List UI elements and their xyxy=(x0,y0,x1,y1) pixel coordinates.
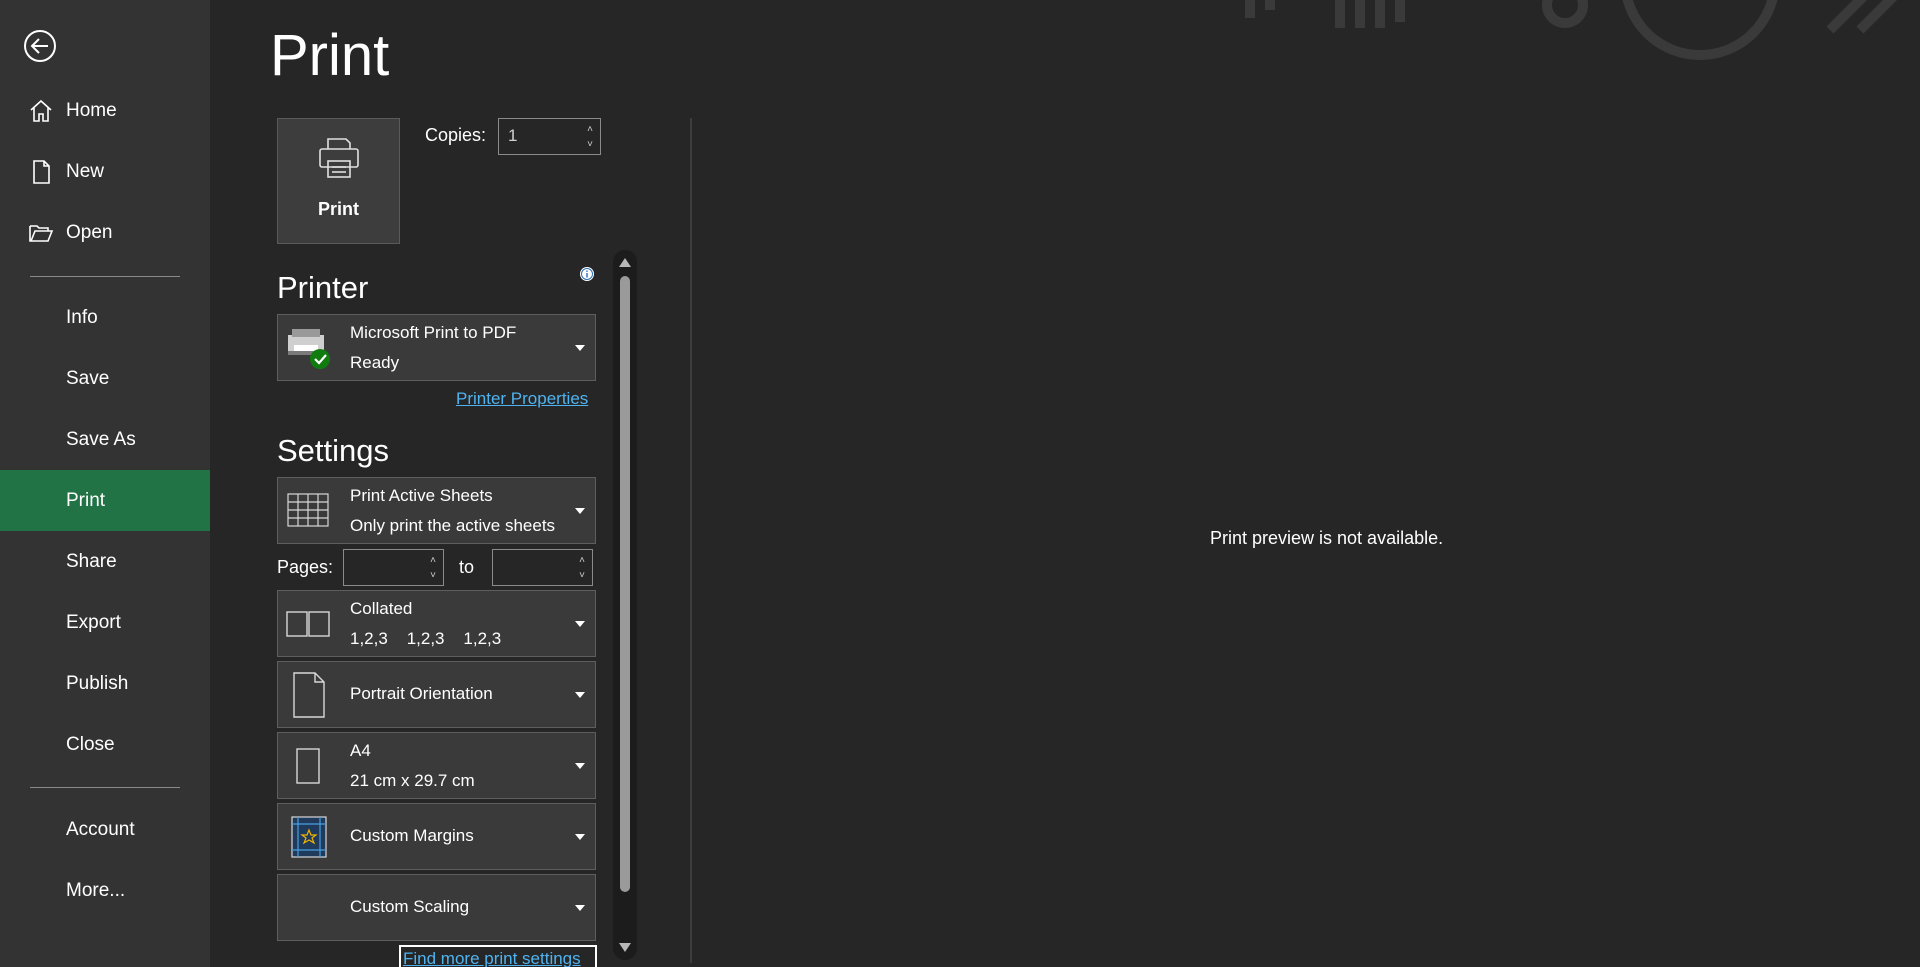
nav-item-print[interactable]: Print xyxy=(0,470,210,531)
orientation-dropdown[interactable]: Portrait Orientation xyxy=(277,661,596,728)
printer-ready-icon xyxy=(288,329,330,369)
find-more-print-settings-label: Find more print settings xyxy=(403,949,581,967)
nav-label: Publish xyxy=(66,672,129,694)
find-more-print-settings-link[interactable]: Find more print settings xyxy=(399,945,597,967)
print-what-label: Print Active Sheets xyxy=(350,486,493,505)
paper-size-dropdown[interactable]: A4 21 cm x 29.7 cm xyxy=(277,732,596,799)
nav-item-info[interactable]: Info xyxy=(0,287,210,348)
printer-icon xyxy=(319,138,359,178)
settings-heading: Settings xyxy=(277,433,390,468)
nav-item-account[interactable]: Account xyxy=(0,799,210,860)
custom-margins-icon xyxy=(291,816,327,858)
chevron-down-icon xyxy=(575,763,585,769)
scroll-up-arrow-icon[interactable] xyxy=(619,258,631,267)
collated-icon xyxy=(286,611,330,637)
nav-label: Info xyxy=(66,306,98,328)
pages-to-label: to xyxy=(459,557,475,577)
nav-item-open[interactable]: Open xyxy=(0,202,210,263)
settings-scrollbar[interactable] xyxy=(613,250,637,960)
chevron-down-icon xyxy=(575,905,585,911)
pages-from-spin-arrows[interactable]: ˄ ˅ xyxy=(427,553,439,583)
printer-heading: Printer xyxy=(277,270,369,305)
print-what-dropdown[interactable]: Print Active Sheets Only print the activ… xyxy=(277,477,596,544)
nav-label: Open xyxy=(66,221,113,243)
back-button[interactable] xyxy=(22,28,58,64)
orientation-label: Portrait Orientation xyxy=(350,684,493,703)
margins-label: Custom Margins xyxy=(350,826,474,845)
chevron-down-icon xyxy=(575,621,585,627)
page-title: Print xyxy=(270,23,390,88)
nav-item-save[interactable]: Save xyxy=(0,348,210,409)
info-icon[interactable] xyxy=(579,266,595,282)
nav-label: New xyxy=(66,160,105,182)
nav-label: Account xyxy=(66,818,135,840)
nav-item-export[interactable]: Export xyxy=(0,592,210,653)
portrait-page-icon xyxy=(293,672,325,718)
nav-item-new[interactable]: New xyxy=(0,141,210,202)
print-preview-message: Print preview is not available. xyxy=(1210,528,1444,548)
print-button-label: Print xyxy=(317,199,359,219)
nav-label: Save As xyxy=(66,428,136,450)
collation-label: Collated xyxy=(350,599,413,618)
scroll-down-arrow-icon[interactable] xyxy=(619,943,631,952)
new-file-icon xyxy=(33,160,50,184)
nav-divider xyxy=(30,276,180,277)
back-arrow-icon xyxy=(24,30,56,62)
paper-size-icon xyxy=(296,748,320,784)
scrollbar-thumb[interactable] xyxy=(620,276,630,892)
nav-label: Save xyxy=(66,367,110,389)
printer-name: Microsoft Print to PDF xyxy=(350,323,517,342)
nav-item-publish[interactable]: Publish xyxy=(0,653,210,714)
nav-item-home[interactable]: Home xyxy=(0,80,210,141)
nav-label: Share xyxy=(66,550,117,572)
open-folder-icon xyxy=(29,225,54,242)
copies-stepper[interactable]: 1 ˄ ˅ xyxy=(498,118,601,155)
nav-label: Home xyxy=(66,99,117,121)
collation-dropdown[interactable]: Collated 1,2,3 1,2,3 1,2,3 xyxy=(277,590,596,657)
collation-order: 1,2,3 1,2,3 1,2,3 xyxy=(350,629,502,648)
paper-size-label: A4 xyxy=(350,741,371,760)
print-what-description: Only print the active sheets xyxy=(350,516,556,535)
print-button[interactable]: Print xyxy=(277,118,400,244)
copies-spin-arrows[interactable]: ˄ ˅ xyxy=(584,122,596,152)
scaling-label: Custom Scaling xyxy=(350,897,470,916)
nav-label: Export xyxy=(66,611,121,633)
nav-label: Print xyxy=(66,489,106,511)
pane-divider xyxy=(690,118,692,963)
pages-from-input[interactable]: ˄ ˅ xyxy=(343,549,444,586)
pages-to-spin-arrows[interactable]: ˄ ˅ xyxy=(576,553,588,583)
backstage-nav: Home New Open Info Save Save As Print Sh… xyxy=(0,0,210,967)
home-icon xyxy=(30,99,52,122)
printer-status: Ready xyxy=(350,353,400,372)
pages-label: Pages: xyxy=(277,557,334,577)
chevron-down-icon xyxy=(575,345,585,351)
nav-item-close[interactable]: Close xyxy=(0,714,210,775)
copies-value: 1 xyxy=(508,126,518,145)
nav-label: More... xyxy=(66,879,126,901)
background-decoration xyxy=(1245,0,1898,60)
printer-dropdown[interactable]: Microsoft Print to PDF Ready xyxy=(277,314,596,381)
chevron-down-icon xyxy=(575,692,585,698)
nav-item-save-as[interactable]: Save As xyxy=(0,409,210,470)
chevron-down-icon xyxy=(575,508,585,514)
printer-properties-link[interactable]: Printer Properties xyxy=(456,389,588,409)
paper-size-dimensions: 21 cm x 29.7 cm xyxy=(350,771,475,790)
copies-label: Copies: xyxy=(425,125,487,145)
scaling-dropdown[interactable]: Custom Scaling xyxy=(277,874,596,941)
sheet-grid-icon xyxy=(287,493,329,527)
nav-item-more[interactable]: More... xyxy=(0,860,210,921)
nav-divider xyxy=(30,787,180,788)
pages-to-input[interactable]: ˄ ˅ xyxy=(492,549,593,586)
nav-label: Close xyxy=(66,733,115,755)
margins-dropdown[interactable]: Custom Margins xyxy=(277,803,596,870)
nav-item-share[interactable]: Share xyxy=(0,531,210,592)
chevron-down-icon xyxy=(575,834,585,840)
